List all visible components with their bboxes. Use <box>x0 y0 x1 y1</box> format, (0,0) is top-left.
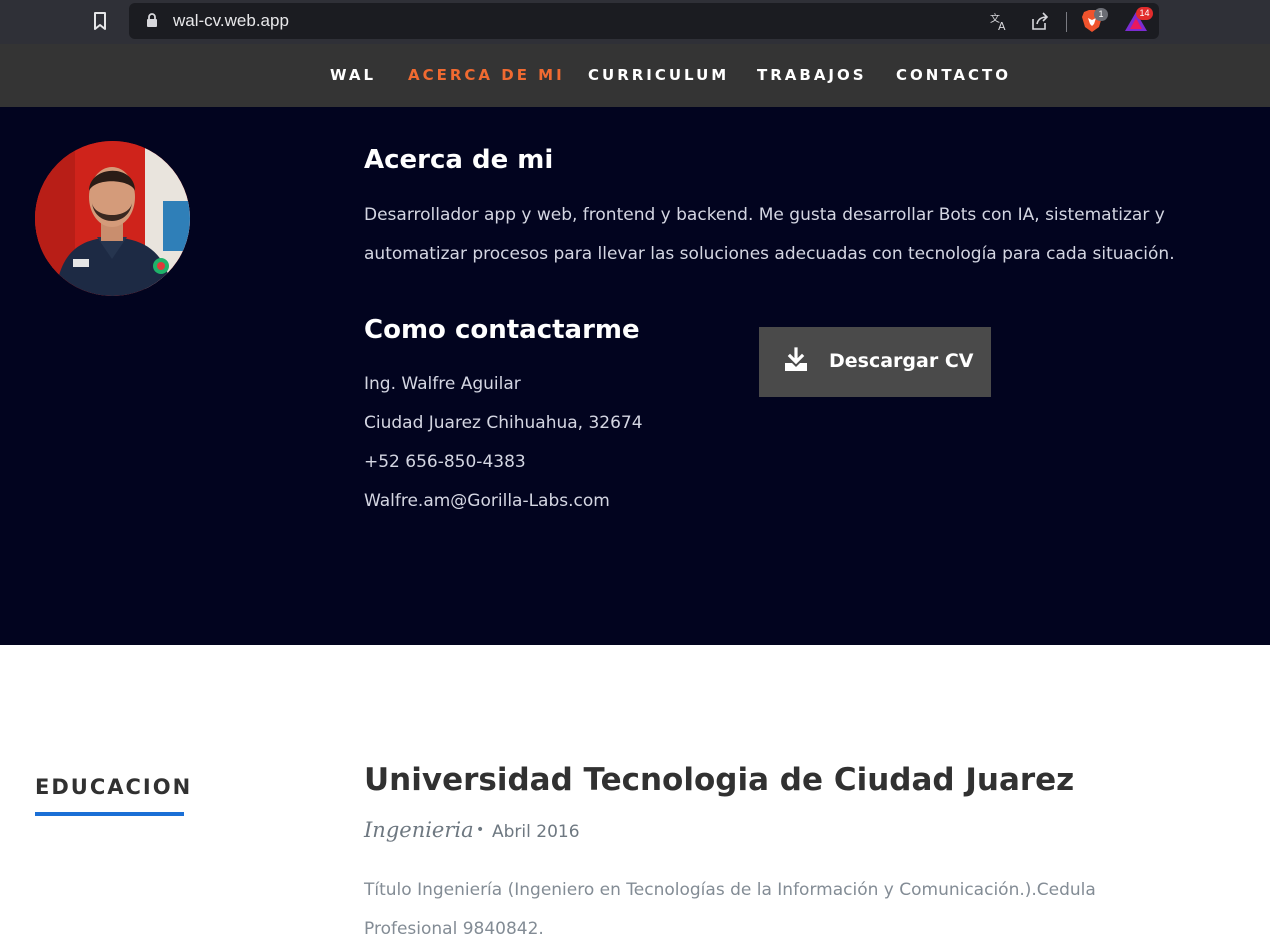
rewards-badge: 14 <box>1136 7 1153 20</box>
site-nav: WAL ACERCA DE MI CURRICULUM TRABAJOS CON… <box>0 44 1270 107</box>
toolbar-separator <box>1066 12 1067 32</box>
download-icon <box>785 347 807 371</box>
nav-item-acerca-de-mi[interactable]: ACERCA DE MI <box>408 66 565 84</box>
contact-title: Como contactarme <box>364 315 640 345</box>
nav-item-contacto[interactable]: CONTACTO <box>896 66 1011 84</box>
contact-email[interactable]: Walfre.am@Gorilla-Labs.com <box>364 491 610 511</box>
education-description: Título Ingeniería (Ingeniero en Tecnolog… <box>364 880 1096 939</box>
profile-photo <box>35 141 190 296</box>
graduation-date: Abril 2016 <box>492 822 580 842</box>
contact-address: Ciudad Juarez Chihuahua, 32674 <box>364 413 643 433</box>
about-title: Acerca de mi <box>364 145 554 175</box>
address-bar[interactable]: wal-cv.web.app 文 A 1 14 <box>129 3 1159 39</box>
school-name: Universidad Tecnologia de Ciudad Juarez <box>364 762 1075 798</box>
about-section: Acerca de mi Desarrollador app y web, fr… <box>0 107 1270 645</box>
education-heading-underline <box>35 812 184 816</box>
contact-phone: +52 656-850-4383 <box>364 452 526 472</box>
nav-item-wal[interactable]: WAL <box>330 66 376 84</box>
download-cv-button[interactable]: Descargar CV <box>759 327 991 397</box>
contact-name: Ing. Walfre Aguilar <box>364 374 521 394</box>
browser-toolbar: wal-cv.web.app 文 A 1 14 <box>0 0 1270 44</box>
degree-name: Ingenieria <box>364 818 474 842</box>
bookmark-icon[interactable] <box>92 11 108 31</box>
shields-badge: 1 <box>1094 8 1108 21</box>
download-cv-label: Descargar CV <box>829 350 974 372</box>
share-icon[interactable] <box>1030 11 1050 31</box>
translate-icon[interactable]: 文 A <box>989 11 1009 31</box>
education-heading: EDUCACION <box>35 775 193 799</box>
nav-item-trabajos[interactable]: TRABAJOS <box>757 66 867 84</box>
url-text: wal-cv.web.app <box>173 11 289 30</box>
lock-icon <box>147 13 157 27</box>
about-text: Desarrollador app y web, frontend y back… <box>364 205 1175 264</box>
nav-item-curriculum[interactable]: CURRICULUM <box>588 66 729 84</box>
svg-text:A: A <box>998 20 1006 31</box>
info-bullet: • <box>476 822 485 838</box>
